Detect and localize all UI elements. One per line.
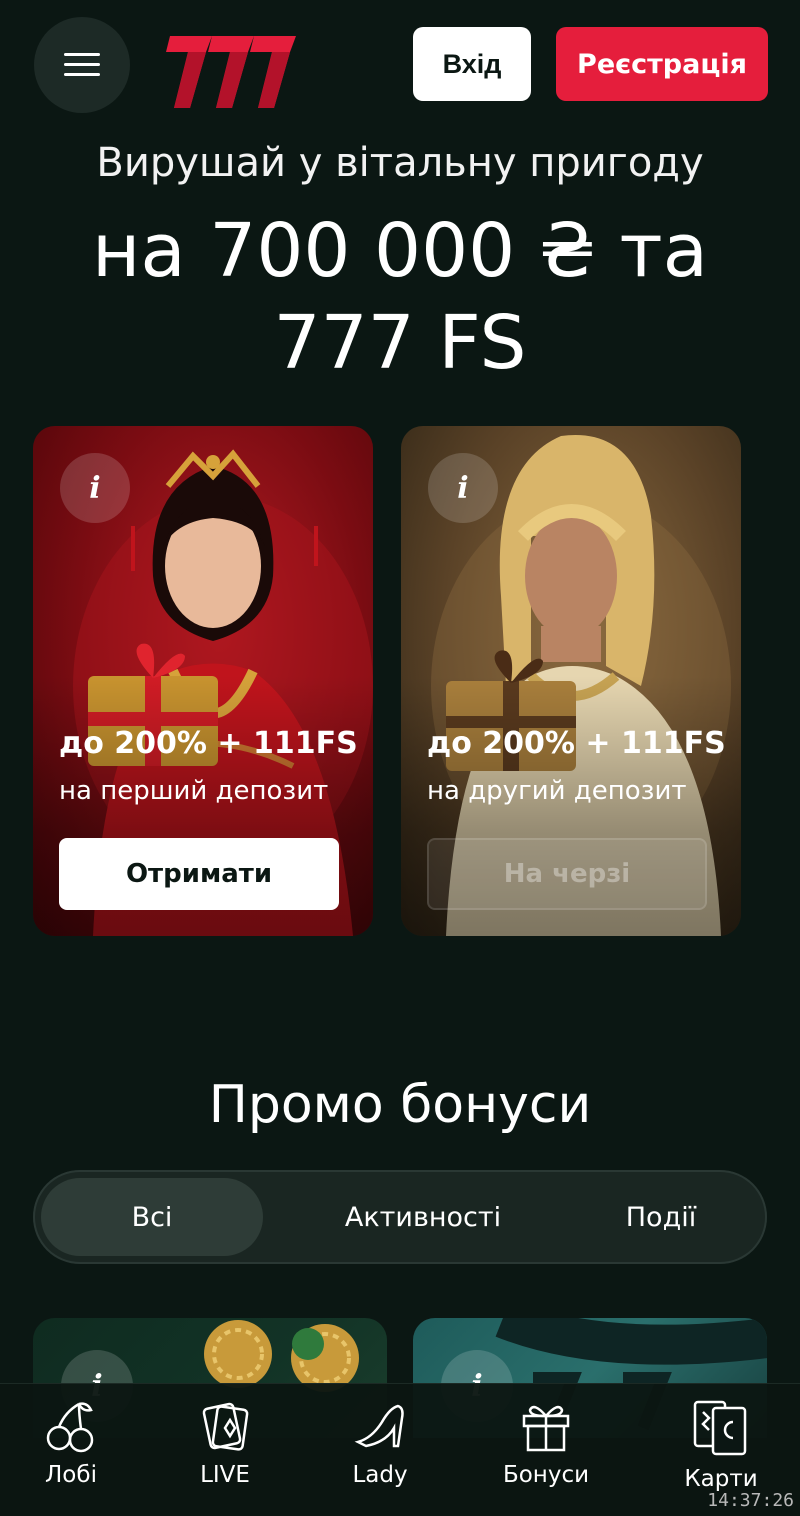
info-icon[interactable]: i [60, 453, 130, 523]
promo-section-title: Промо бонуси [208, 1075, 592, 1135]
status-time: 14:37:26 [707, 1490, 794, 1511]
nav-label: Бонуси [502, 1462, 590, 1488]
tab-activities[interactable]: Активності [283, 1178, 563, 1256]
hero-subtitle: Вирушай у вітальну пригоду [96, 140, 704, 186]
card-description: на перший депозит [59, 776, 329, 806]
nav-lady[interactable]: Lady [315, 1398, 445, 1508]
card-offer: до 200% + 111FS [427, 726, 726, 761]
info-icon[interactable]: i [428, 453, 498, 523]
card-offer: до 200% + 111FS [59, 726, 358, 761]
nav-lobby[interactable]: Лобі [6, 1398, 136, 1508]
nav-bonuses[interactable]: Бонуси [481, 1398, 611, 1508]
promo-tabs: Всі Активності Події [33, 1170, 767, 1264]
cards-icon [202, 1402, 249, 1451]
nav-label: Лобі [45, 1462, 97, 1488]
card-description: на другий депозит [427, 776, 687, 806]
logo[interactable] [160, 32, 300, 112]
register-button[interactable]: Реєстрація [556, 27, 768, 101]
welcome-bonus-card-second: i до 200% + 111FS на другий депозит На ч… [401, 426, 741, 936]
welcome-bonus-card-first: i до 200% + 111FS на перший депозит Отри… [33, 426, 373, 936]
get-bonus-button[interactable]: Отримати [59, 838, 339, 910]
tarot-cards-icon [693, 1400, 747, 1456]
nav-live[interactable]: LIVE [160, 1398, 290, 1508]
header: Вхід Реєстрація [0, 0, 800, 130]
high-heel-icon [354, 1404, 404, 1448]
logo-777-icon [166, 36, 296, 108]
menu-button[interactable] [34, 17, 130, 113]
nav-label: Lady [352, 1462, 408, 1488]
login-button[interactable]: Вхід [413, 27, 531, 101]
cherries-icon [46, 1402, 94, 1453]
hamburger-icon [64, 53, 100, 77]
nav-label: Карти [684, 1466, 758, 1492]
bottom-navigation: Лобі LIVE Lady Бонуси Карти [0, 1383, 800, 1516]
nav-label: LIVE [200, 1462, 250, 1488]
tab-all[interactable]: Всі [41, 1178, 263, 1256]
gift-icon [522, 1405, 570, 1452]
queued-bonus-button: На черзі [427, 838, 707, 910]
hero-title: на 700 000 ₴ та 777 FS [91, 208, 709, 386]
tab-events[interactable]: Події [563, 1178, 759, 1256]
